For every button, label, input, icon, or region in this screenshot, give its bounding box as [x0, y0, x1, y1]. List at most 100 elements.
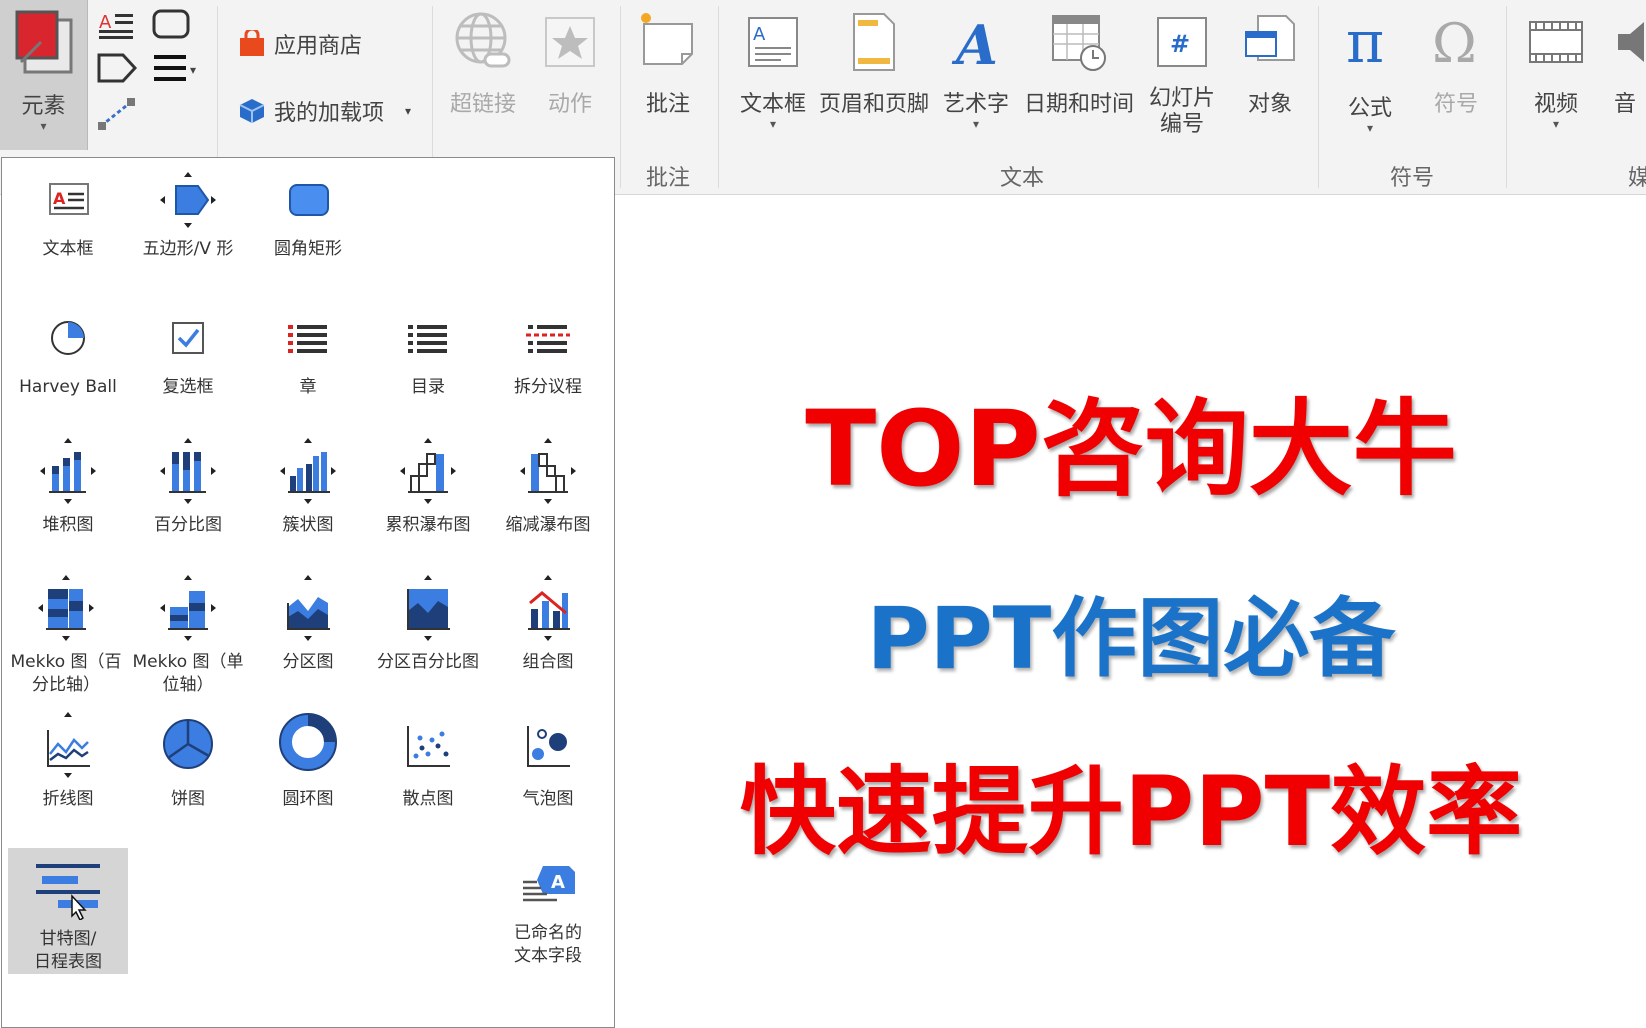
- chevron-down-icon: ▾: [40, 119, 47, 133]
- chevron-down-icon: ▾: [769, 117, 777, 131]
- wordart-label: 艺术字: [942, 92, 1009, 117]
- panel-item-pentagon[interactable]: 五边形/V 形: [128, 170, 248, 261]
- comment-button[interactable]: 批注: [628, 10, 708, 118]
- panel-item-percent[interactable]: 百分比图: [128, 436, 248, 537]
- panel-item-doughnut[interactable]: 圆环图: [248, 710, 368, 811]
- symbol-button[interactable]: Ω 符号: [1416, 10, 1496, 118]
- panel-item-toc[interactable]: 目录: [368, 308, 488, 399]
- object-button[interactable]: 对象: [1230, 10, 1310, 118]
- app-store-button[interactable]: 应用商店: [238, 27, 363, 62]
- speaker-audio-icon: [1618, 22, 1644, 62]
- named-text-field-icon: A: [523, 866, 575, 902]
- panel-item-waterfall-down[interactable]: 缩减瀑布图: [488, 436, 608, 537]
- my-addins-button[interactable]: 我的加载项 ▾: [238, 95, 411, 129]
- area-percent-chart-icon: [407, 575, 450, 641]
- equation-button[interactable]: π 公式 ▾: [1330, 8, 1410, 135]
- panel-item-label: 折线图: [42, 789, 94, 809]
- text-format-icon[interactable]: A: [97, 8, 137, 40]
- calendar-clock-icon: [1052, 15, 1106, 71]
- panel-item-label: 饼图: [171, 789, 205, 809]
- pentagon-shape-icon[interactable]: [97, 52, 137, 84]
- panel-item-label: 分区百分比图: [377, 652, 479, 672]
- mekko-percent-icon: [38, 575, 94, 641]
- datetime-button[interactable]: 日期和时间: [1020, 10, 1138, 118]
- hyperlink-button[interactable]: 超链接: [440, 10, 526, 118]
- panel-item-bubble[interactable]: 气泡图: [488, 710, 608, 811]
- panel-item-area[interactable]: 分区图: [248, 573, 368, 674]
- panel-item-label: 文本框: [42, 239, 94, 259]
- text-group-label: 文本: [1000, 166, 1045, 191]
- clustered-chart-icon: [280, 438, 336, 504]
- svg-text:A: A: [99, 12, 112, 33]
- slide-number-button[interactable]: # 幻灯片 编号: [1142, 10, 1222, 138]
- connector-icon[interactable]: [97, 96, 137, 132]
- area-chart-icon: [287, 575, 330, 641]
- panel-item-line[interactable]: 折线图: [8, 710, 128, 811]
- svg-text:Ω: Ω: [1432, 12, 1477, 74]
- textbox-button[interactable]: A 文本框 ▾: [728, 10, 818, 130]
- slide-number-icon: #: [1157, 17, 1207, 67]
- stacked-chart-icon: [40, 438, 96, 504]
- slide-canvas[interactable]: TOP咨询大牛 PPT作图必备 快速提升PPT效率: [616, 196, 1646, 1028]
- doughnut-chart-icon: [279, 713, 337, 771]
- panel-item-split-agenda[interactable]: 拆分议程: [488, 308, 608, 399]
- hyperlink-label: 超链接: [449, 92, 516, 117]
- panel-item-combo[interactable]: 组合图: [488, 573, 608, 674]
- action-label: 动作: [547, 92, 592, 117]
- elements-label: 元素: [21, 94, 66, 119]
- panel-item-label: 章: [299, 377, 317, 397]
- panel-item-label: Mekko 图（单位轴）: [132, 652, 244, 695]
- panel-item-chapter[interactable]: 章: [248, 308, 368, 399]
- addins-cube-icon: [239, 99, 265, 123]
- gantt-chart-icon: [36, 864, 100, 920]
- chevron-down-icon: ▾: [1366, 121, 1374, 135]
- chevron-down-icon: ▾: [405, 104, 412, 118]
- ribbon-separator: [718, 6, 719, 188]
- chevron-down-icon: ▾: [972, 117, 980, 131]
- globe-link-icon: [455, 12, 511, 68]
- panel-item-gantt[interactable]: 甘特图/ 日程表图: [8, 848, 128, 974]
- panel-item-rounded-rect[interactable]: 圆角矩形: [248, 170, 368, 261]
- harvey-ball-icon: [51, 321, 85, 355]
- list-lines-icon[interactable]: ▾: [152, 52, 202, 84]
- star-action-icon: [545, 17, 595, 67]
- audio-button[interactable]: 音: [1614, 10, 1646, 118]
- wordart-icon: A: [951, 13, 998, 77]
- ribbon-separator: [1318, 6, 1319, 188]
- equation-label: 公式: [1347, 96, 1392, 121]
- panel-item-label: 复选框: [162, 377, 214, 397]
- panel-item-label: 圆环图: [282, 789, 334, 809]
- omega-symbol-icon: Ω: [1432, 12, 1477, 75]
- header-footer-button[interactable]: 页眉和页脚: [815, 10, 933, 118]
- panel-item-clustered[interactable]: 簇状图: [248, 436, 368, 537]
- slide-headline-1: TOP咨询大牛: [805, 388, 1457, 510]
- panel-item-scatter[interactable]: 散点图: [368, 710, 488, 811]
- video-label: 视频: [1533, 92, 1578, 117]
- panel-item-pie[interactable]: 饼图: [128, 710, 248, 811]
- video-button[interactable]: 视频 ▾: [1514, 10, 1598, 130]
- audio-label: 音: [1614, 92, 1637, 117]
- header-footer-label: 页眉和页脚: [818, 92, 929, 117]
- line-chart-icon: [47, 712, 90, 778]
- store-bag-icon: [240, 27, 264, 56]
- panel-item-waterfall-up[interactable]: 累积瀑布图: [368, 436, 488, 537]
- panel-item-textbox[interactable]: A 文本框: [8, 170, 128, 261]
- panel-item-mekko-percent[interactable]: Mekko 图（百分比轴）: [4, 573, 128, 697]
- svg-text:A: A: [753, 24, 766, 45]
- panel-item-stacked[interactable]: 堆积图: [8, 436, 128, 537]
- action-button[interactable]: 动作: [530, 10, 610, 118]
- panel-item-mekko-unit[interactable]: Mekko 图（单位轴）: [128, 573, 248, 697]
- app-store-label: 应用商店: [274, 34, 363, 59]
- panel-item-label: 百分比图: [154, 515, 222, 535]
- rounded-rect-shape-icon[interactable]: [152, 8, 192, 40]
- elements-button[interactable]: 元素 ▾: [0, 0, 88, 150]
- panel-item-area-percent[interactable]: 分区百分比图: [368, 573, 488, 674]
- panel-item-checkbox[interactable]: 复选框: [128, 308, 248, 399]
- panel-item-named-text-field[interactable]: A 已命名的 文本字段: [488, 858, 608, 968]
- panel-item-harvey-ball[interactable]: Harvey Ball: [8, 308, 128, 399]
- bubble-chart-icon: [527, 726, 570, 767]
- object-icon: [1245, 15, 1295, 61]
- panel-item-label: 五边形/V 形: [142, 239, 234, 259]
- wordart-button[interactable]: A 艺术字 ▾: [936, 10, 1016, 130]
- panel-item-label: 气泡图: [522, 789, 574, 809]
